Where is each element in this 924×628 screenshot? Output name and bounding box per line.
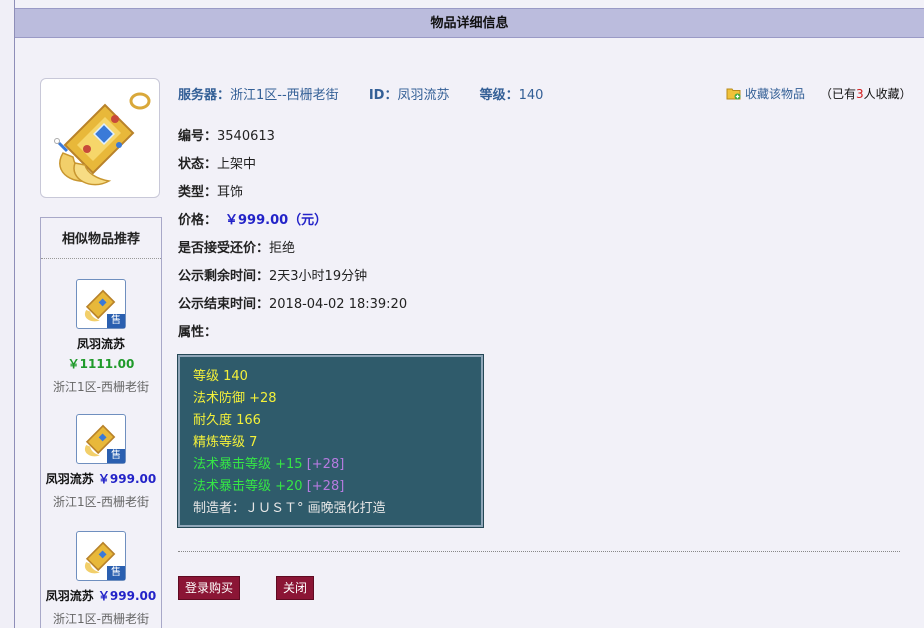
attribute-line: 法术暴击等级 +15 [+28] bbox=[193, 454, 481, 476]
similar-item-title-line: 凤羽流苏 ￥999.00 bbox=[41, 587, 161, 604]
close-button[interactable]: 关闭 bbox=[276, 576, 315, 600]
similar-items-panel: 相似物品推荐 售 凤羽流苏 ￥1111.00 浙江1区-西栅老街 售 凤羽流苏 … bbox=[40, 217, 162, 628]
item-summary-line: 服务器：浙江1区--西栅老街 ID：凤羽流苏 等级：140 bbox=[178, 84, 543, 103]
field-label: 是否接受还价： bbox=[178, 241, 270, 256]
attribute-line: 法术暴击等级 +20 [+28] bbox=[193, 476, 481, 498]
attribute-line: 制造者：ＪＵＳＴ° 画晚强化打造 bbox=[193, 501, 386, 516]
item-image bbox=[40, 78, 160, 198]
field-label: 编号： bbox=[178, 129, 218, 144]
favorite-link[interactable]: 收藏该物品 bbox=[726, 85, 805, 102]
similar-item-name[interactable]: 凤羽流苏 bbox=[46, 472, 94, 486]
similar-item-title-line: 凤羽流苏 ￥999.00 bbox=[41, 470, 161, 487]
similar-item-price: ￥999.00 bbox=[97, 472, 157, 486]
sale-badge: 售 bbox=[107, 449, 125, 463]
golden-earring-icon bbox=[54, 92, 151, 186]
field-status: 状态：上架中 bbox=[178, 153, 256, 172]
attribute-line: 等级 140 bbox=[193, 369, 248, 384]
page-title: 物品详细信息 bbox=[15, 8, 924, 38]
favorite-count: （已有3人收藏） bbox=[820, 85, 912, 102]
similar-item-name[interactable]: 凤羽流苏 bbox=[41, 335, 161, 352]
similar-item-thumb[interactable]: 售 bbox=[76, 414, 126, 464]
attribute-text: 法术暴击等级 +15 bbox=[193, 457, 307, 472]
field-value: 2天3小时19分钟 bbox=[269, 269, 368, 284]
field-price: 价格： ￥999.00（元） bbox=[178, 209, 327, 228]
similar-item-server: 浙江1区-西栅老街 bbox=[53, 380, 149, 394]
field-label: 公示剩余时间： bbox=[178, 269, 270, 284]
field-value: 耳饰 bbox=[217, 185, 244, 200]
similar-item-price: ￥999.00 bbox=[97, 589, 157, 603]
field-end-time: 公示结束时间：2018-04-02 18:39:20 bbox=[178, 293, 407, 312]
field-label: 公示结束时间： bbox=[178, 297, 270, 312]
attribute-panel: 等级 140 法术防御 +28 耐久度 166 精炼等级 7 法术暴击等级 +1… bbox=[177, 354, 484, 528]
attribute-extra: [+28] bbox=[306, 479, 345, 494]
field-label: 属性： bbox=[178, 325, 218, 340]
similar-item[interactable]: 售 凤羽流苏 ￥999.00 浙江1区-西栅老街 bbox=[41, 531, 161, 627]
similar-item-thumb[interactable]: 售 bbox=[76, 531, 126, 581]
favorite-count-number: 3 bbox=[856, 87, 864, 101]
similar-item-server: 浙江1区-西栅老街 bbox=[53, 612, 149, 626]
field-attributes: 属性： bbox=[178, 321, 217, 340]
level-label: 等级： bbox=[479, 88, 519, 103]
field-value: 2018-04-02 18:39:20 bbox=[269, 297, 408, 312]
server-label: 服务器： bbox=[178, 88, 231, 103]
field-value: 3540613 bbox=[217, 129, 275, 144]
attribute-line: 精炼等级 7 bbox=[193, 435, 258, 450]
id-label: ID： bbox=[368, 88, 398, 103]
attribute-text: 法术暴击等级 +20 bbox=[193, 479, 307, 494]
field-type: 类型：耳饰 bbox=[178, 181, 243, 200]
similar-item-name[interactable]: 凤羽流苏 bbox=[46, 589, 94, 603]
similar-item-server: 浙江1区-西栅老街 bbox=[53, 495, 149, 509]
similar-item-price: ￥1111.00 bbox=[67, 357, 135, 371]
divider bbox=[178, 551, 900, 552]
favorite-count-prefix: （已有 bbox=[820, 87, 857, 101]
attribute-line: 法术防御 +28 bbox=[193, 391, 277, 406]
field-value: ￥999.00（元） bbox=[225, 213, 328, 228]
level-value: 140 bbox=[518, 88, 544, 103]
similar-items-title: 相似物品推荐 bbox=[41, 218, 161, 259]
sale-badge: 售 bbox=[107, 314, 125, 328]
field-label: 价格： bbox=[178, 213, 218, 228]
field-bargain: 是否接受还价：拒绝 bbox=[178, 237, 295, 256]
sale-badge: 售 bbox=[107, 566, 125, 580]
similar-item-thumb[interactable]: 售 bbox=[76, 279, 126, 329]
field-value: 上架中 bbox=[217, 157, 257, 172]
field-label: 类型： bbox=[178, 185, 218, 200]
similar-item[interactable]: 售 凤羽流苏 ￥999.00 浙江1区-西栅老街 bbox=[41, 414, 161, 510]
field-label: 状态： bbox=[178, 157, 218, 172]
server-value: 浙江1区--西栅老街 bbox=[230, 88, 339, 103]
field-value: 拒绝 bbox=[269, 241, 296, 256]
similar-item[interactable]: 售 凤羽流苏 ￥1111.00 浙江1区-西栅老街 bbox=[41, 279, 161, 395]
field-remaining-time: 公示剩余时间：2天3小时19分钟 bbox=[178, 265, 367, 284]
id-value: 凤羽流苏 bbox=[397, 88, 450, 103]
attribute-line: 耐久度 166 bbox=[193, 413, 261, 428]
favorite-count-suffix: 人收藏） bbox=[863, 87, 912, 101]
favorite-label[interactable]: 收藏该物品 bbox=[745, 85, 805, 102]
folder-plus-icon bbox=[726, 88, 741, 100]
field-serial: 编号：3540613 bbox=[178, 125, 275, 144]
attribute-extra: [+28] bbox=[306, 457, 345, 472]
login-buy-button[interactable]: 登录购买 bbox=[178, 576, 241, 600]
